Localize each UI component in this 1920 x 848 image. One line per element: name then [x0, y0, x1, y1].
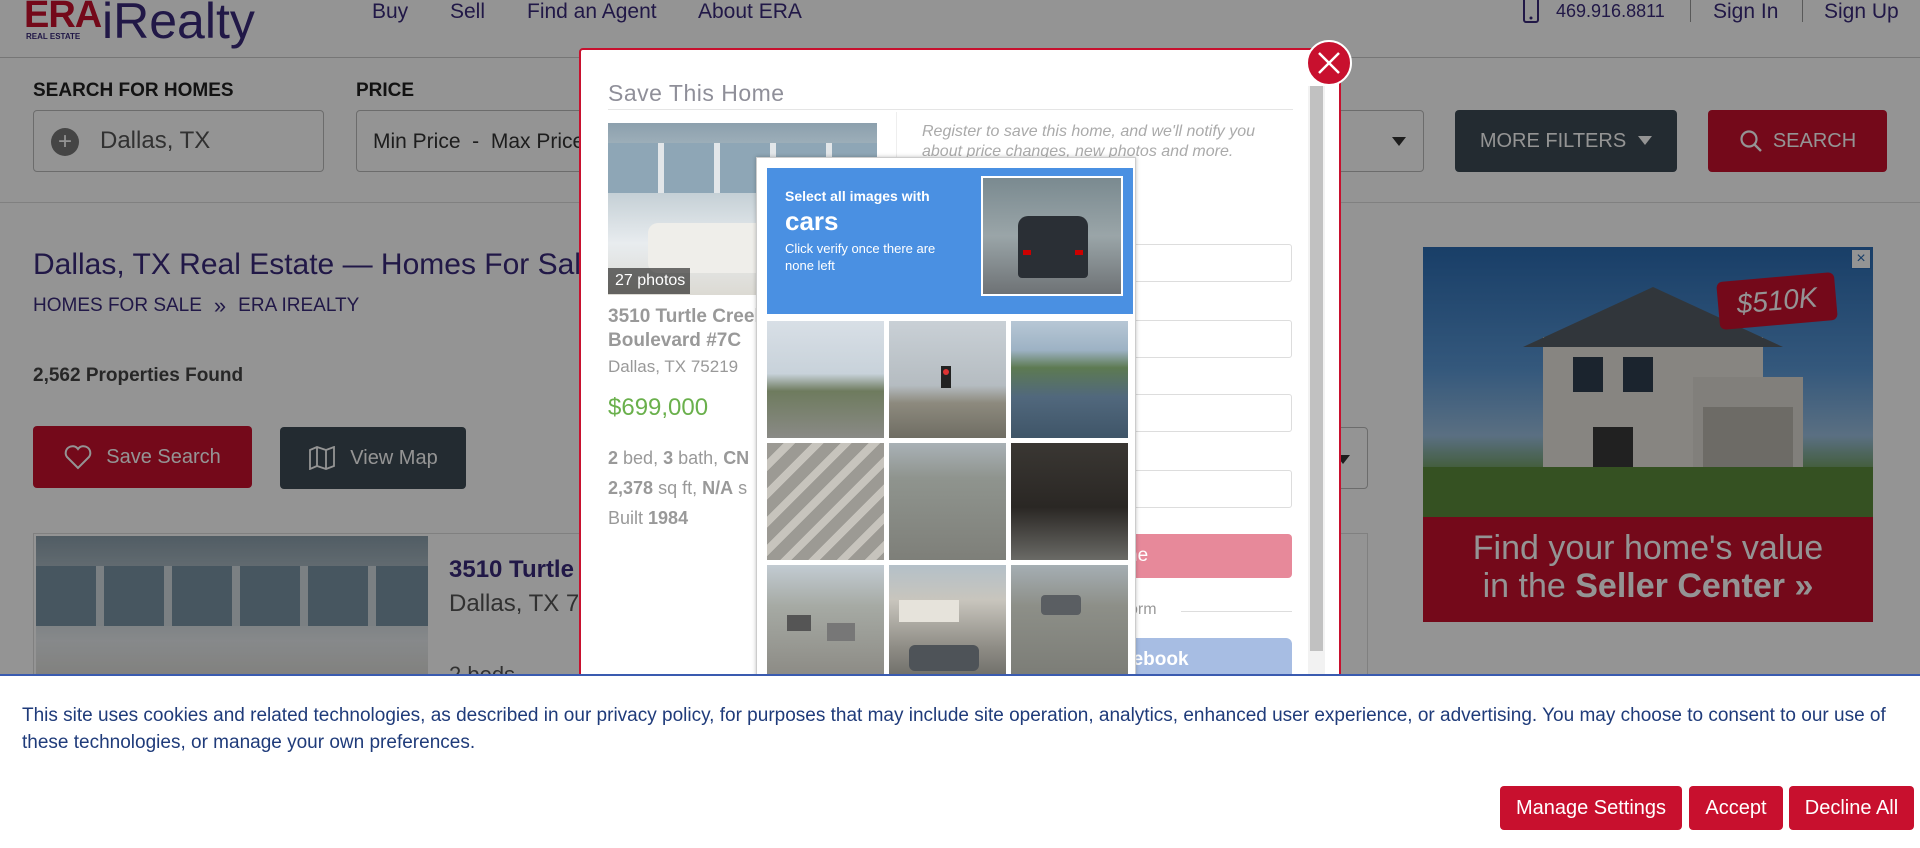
captcha-tile-harbor-boats[interactable]: [1011, 321, 1128, 438]
baths-label: bath,: [678, 448, 719, 468]
captcha-tile-dark-overpass[interactable]: [1011, 443, 1128, 560]
sqft-label: sq ft,: [658, 478, 698, 498]
sqft-value: 2,378: [608, 478, 654, 498]
home-address-line1: 3510 Turtle Creek: [608, 306, 766, 327]
captcha-tile-storefront-cars[interactable]: [889, 565, 1006, 682]
accept-button[interactable]: Accept: [1689, 786, 1783, 830]
home-price: $699,000: [608, 394, 709, 421]
captcha-tile-traffic-light[interactable]: [889, 321, 1006, 438]
modal-close-button[interactable]: [1306, 40, 1352, 86]
captcha-instruction: Select all images with: [785, 188, 930, 204]
modal-title: Save This Home: [608, 80, 785, 106]
type-value: CN: [723, 448, 750, 468]
register-text: Register to save this home, and we'll no…: [922, 123, 1255, 160]
lot-value: N/A: [702, 478, 734, 498]
captcha-tile-street-cars[interactable]: [767, 565, 884, 682]
home-specs-row1: 2 bed, 3 bath, CN: [608, 448, 749, 469]
captcha-tile-crosswalk[interactable]: [767, 443, 884, 560]
cookie-banner: This site uses cookies and related techn…: [0, 674, 1920, 848]
captcha-header: Select all images with cars Click verify…: [767, 168, 1133, 314]
accept-label: Accept: [1705, 796, 1767, 819]
captcha-tile-palm-trees[interactable]: [767, 321, 884, 438]
home-built: Built 1984: [608, 508, 688, 529]
home-specs-row2: 2,378 sq ft, N/A s: [608, 478, 747, 499]
home-address-line2: Boulevard #7C: [608, 330, 742, 351]
captcha-tile-road[interactable]: [889, 443, 1006, 560]
divider: [608, 109, 1293, 110]
divider: [1181, 611, 1292, 612]
manage-settings-label: Manage Settings: [1515, 796, 1667, 819]
beds-label: bed,: [623, 448, 659, 468]
modal-scrollbar[interactable]: [1308, 86, 1325, 686]
cookie-text: This site uses cookies and related techn…: [22, 705, 1886, 753]
captcha-tile-parking-lot[interactable]: [1011, 565, 1128, 682]
close-icon: [1318, 52, 1340, 74]
decline-all-button[interactable]: Decline All: [1789, 786, 1914, 830]
home-city: Dallas, TX 75219: [608, 357, 739, 376]
photos-badge: 27 photos: [608, 268, 690, 294]
captcha-sub-instruction: Click verify once there are none left: [785, 241, 936, 273]
manage-settings-button[interactable]: Manage Settings: [1500, 786, 1682, 830]
decline-all-label: Decline All: [1804, 796, 1899, 819]
scrollbar-thumb[interactable]: [1310, 86, 1323, 651]
beds-value: 2: [608, 448, 619, 468]
baths-value: 3: [663, 448, 674, 468]
captcha-target: cars: [785, 206, 839, 236]
built-value: 1984: [648, 508, 689, 528]
captcha-example-image: [981, 176, 1123, 296]
built-label: Built: [608, 508, 644, 528]
lot-label: s: [738, 478, 748, 498]
captcha-challenge: Select all images with cars Click verify…: [756, 157, 1136, 697]
